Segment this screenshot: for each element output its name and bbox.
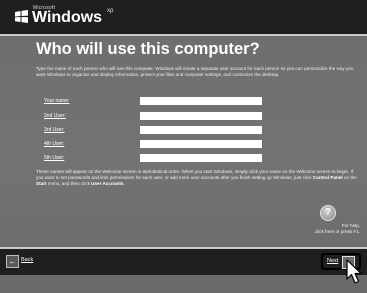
- user-row-4: 4th User:: [44, 140, 262, 149]
- user-row-5: 5th User:: [44, 154, 262, 163]
- fourth-user-field[interactable]: [140, 140, 262, 148]
- user-row-1: Your name:: [44, 97, 262, 106]
- xp-wordmark: xp: [107, 8, 114, 14]
- page-title: Who will use this computer?: [36, 40, 260, 58]
- fifth-user-field[interactable]: [140, 154, 262, 162]
- help-text-line1: For help,: [341, 223, 360, 228]
- note-text-part-d: .: [123, 181, 125, 186]
- setup-screen: Microsoft Windows xp Who will use this c…: [0, 0, 367, 293]
- user-accounts-emphasis: User Accounts: [91, 181, 124, 186]
- user-label-4: 4th User:: [44, 141, 65, 147]
- bottom-bar: [0, 249, 367, 275]
- top-divider: [0, 34, 367, 36]
- third-user-field[interactable]: [140, 126, 262, 134]
- help-text-line2: click here or press F1.: [314, 228, 360, 234]
- back-arrow-icon[interactable]: ←: [6, 255, 19, 268]
- note-text-part-a: These names will appear on the Welcome s…: [36, 169, 354, 180]
- user-label-2: 2nd User:: [44, 113, 66, 119]
- second-user-field[interactable]: [140, 112, 262, 120]
- help-question-icon[interactable]: ?: [320, 205, 336, 221]
- windows-flag-icon: [15, 10, 28, 23]
- your-name-field[interactable]: [140, 97, 262, 105]
- next-label[interactable]: Next: [327, 258, 338, 264]
- control-panel-emphasis: Control Panel: [312, 175, 343, 180]
- help-text: For help, click here or press F1.: [298, 223, 360, 234]
- user-label-3: 3rd User:: [44, 127, 65, 133]
- note-text-part-b: on the: [342, 175, 357, 180]
- intro-text: Type the name of each person who will us…: [36, 66, 354, 77]
- mouse-pointer-icon: [346, 259, 362, 284]
- back-label[interactable]: Back: [21, 257, 33, 263]
- help-link[interactable]: ? For help, click here or press F1.: [298, 205, 360, 241]
- user-label-5: 5th User:: [44, 155, 65, 161]
- user-row-2: 2nd User:: [44, 112, 262, 121]
- user-row-3: 3rd User:: [44, 126, 262, 135]
- user-label-1: Your name:: [44, 98, 70, 104]
- windows-wordmark: Windows: [32, 9, 103, 26]
- note-text: These names will appear on the Welcome s…: [36, 169, 358, 187]
- top-bar: Microsoft Windows xp: [0, 0, 367, 34]
- note-text-part-c: menu, and then click: [46, 181, 92, 186]
- start-emphasis: Start: [36, 181, 47, 186]
